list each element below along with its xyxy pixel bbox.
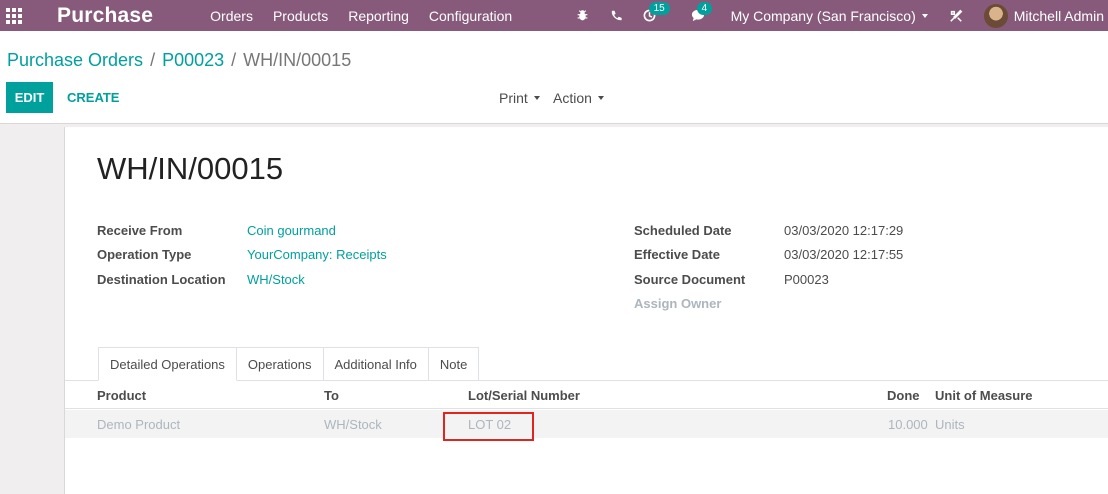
scheduled-date-label: Scheduled Date [634,223,732,238]
company-switcher[interactable]: My Company (San Francisco) [731,8,928,24]
navbar-systray: 15 4 My Company (San Francisco) Mitchell… [572,0,1108,31]
menu-products[interactable]: Products [273,8,328,24]
chat-icon[interactable]: 4 [688,2,713,22]
lot-highlight-box [443,412,534,441]
apps-grid-icon[interactable] [6,7,26,24]
tab-operations[interactable]: Operations [236,347,324,381]
effective-date-label: Effective Date [634,247,720,262]
caret-down-icon [533,95,540,100]
cell-product: Demo Product [97,417,181,432]
receive-from-label: Receive From [97,223,183,238]
main-menu: Orders Products Reporting Configuration [210,8,532,24]
create-button[interactable]: CREATE [67,82,119,113]
destination-location-label: Destination Location [97,272,226,287]
column-lot-serial[interactable]: Lot/Serial Number [468,388,580,403]
cell-to: WH/Stock [324,417,382,432]
bug-icon[interactable] [572,9,594,22]
receive-from-value[interactable]: Coin gourmand [247,223,336,238]
notebook-tabs: Detailed Operations Operations Additiona… [98,347,480,381]
source-document-label: Source Document [634,272,746,287]
tab-note[interactable]: Note [428,347,480,381]
user-name[interactable]: Mitchell Admin [1014,8,1104,24]
menu-reporting[interactable]: Reporting [348,8,409,24]
messages-count-badge: 4 [696,2,713,15]
breadcrumb: Purchase Orders / P00023 / WH/IN/00015 [7,50,351,71]
column-unit-of-measure[interactable]: Unit of Measure [935,388,1033,403]
edit-button[interactable]: EDIT [6,82,53,113]
phone-icon[interactable] [606,10,626,22]
operation-type-label: Operation Type [97,247,192,262]
breadcrumb-order[interactable]: P00023 [162,50,224,71]
caret-down-icon [921,13,928,18]
destination-location-value[interactable]: WH/Stock [247,272,305,287]
action-label: Action [553,89,592,106]
clock-icon[interactable]: 15 [640,2,670,22]
tools-icon[interactable] [948,9,964,23]
menu-configuration[interactable]: Configuration [429,8,512,24]
breadcrumb-separator: / [150,50,156,70]
record-title: WH/IN/00015 [97,151,284,186]
breadcrumb-purchase-orders[interactable]: Purchase Orders [7,50,143,71]
operation-type-value[interactable]: YourCompany: Receipts [247,247,387,262]
print-dropdown[interactable]: Print [499,82,540,113]
tab-detailed-operations[interactable]: Detailed Operations [98,347,237,381]
company-name: My Company (San Francisco) [730,7,916,24]
breadcrumb-current: WH/IN/00015 [243,50,352,70]
cell-uom: Units [935,417,965,432]
effective-date-value: 03/03/2020 12:17:55 [784,247,904,262]
source-document-value: P00023 [784,272,829,287]
caret-down-icon [597,95,604,100]
table-row[interactable]: Demo Product WH/Stock LOT 02 10.000 Unit… [65,410,1108,438]
form-sheet: WH/IN/00015 Receive From Coin gourmand O… [64,127,1108,494]
user-avatar[interactable] [983,3,1008,28]
activity-count-badge: 15 [648,2,670,15]
column-product[interactable]: Product [97,388,146,403]
top-navbar: Purchase Orders Products Reporting Confi… [0,0,1108,31]
action-dropdown[interactable]: Action [553,82,604,113]
print-label: Print [499,89,528,106]
table-header: Product To Lot/Serial Number Done Unit o… [65,382,1108,409]
tab-additional-info[interactable]: Additional Info [323,347,429,381]
column-done[interactable]: Done [887,388,920,403]
app-brand[interactable]: Purchase [57,4,153,28]
column-to[interactable]: To [324,388,339,403]
assign-owner-label: Assign Owner [634,296,722,311]
scheduled-date-value: 03/03/2020 12:17:29 [784,223,904,238]
menu-orders[interactable]: Orders [210,8,253,24]
breadcrumb-separator: / [231,50,237,70]
control-panel: Purchase Orders / P00023 / WH/IN/00015 E… [0,31,1108,124]
cell-done: 10.000 [888,417,928,432]
